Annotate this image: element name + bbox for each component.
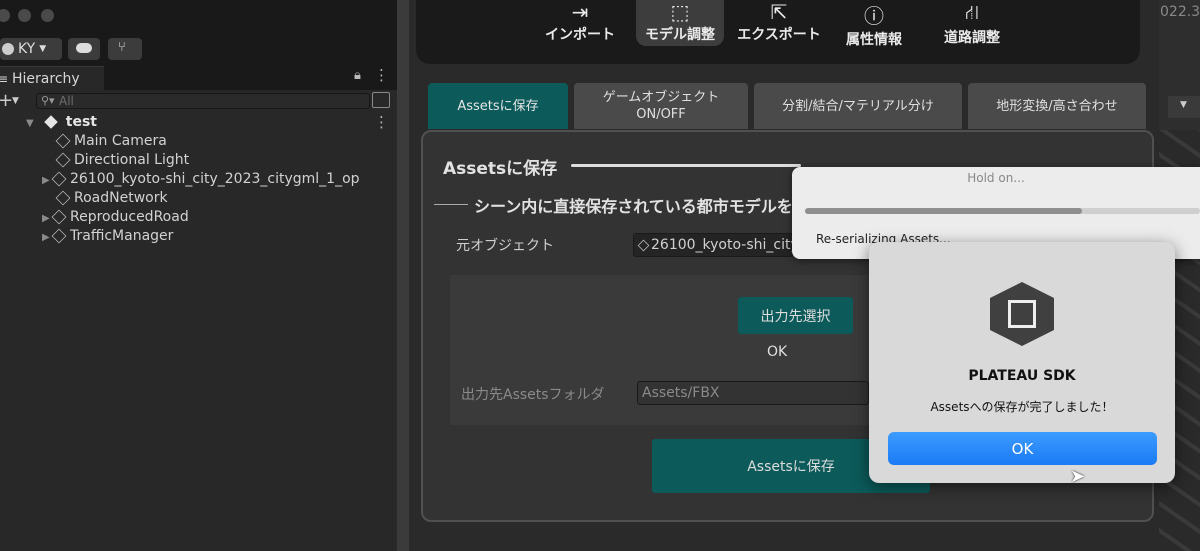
- gameobject-cube-icon: [637, 239, 650, 251]
- mouse-cursor-icon: ➤: [1070, 466, 1086, 487]
- import-icon: ⇥: [571, 0, 589, 24]
- toolbar-import-label: インポート: [545, 27, 615, 43]
- unity-logo-icon: [990, 282, 1054, 346]
- toolbar-road-label: 道路調整: [944, 30, 1000, 46]
- more-options-icon[interactable]: ⋮: [374, 66, 389, 84]
- source-object-field[interactable]: 26100_kyoto-shi_city: [633, 233, 793, 257]
- expand-arrow-icon[interactable]: ▶: [42, 209, 52, 228]
- road-icon: ⛙: [964, 0, 980, 24]
- progress-bar-track: [805, 208, 1200, 214]
- window-zoom-dot[interactable]: [41, 9, 54, 22]
- search-placeholder: All: [59, 94, 74, 108]
- gameobject-cube-icon: [51, 209, 67, 225]
- scene-visibility-icon[interactable]: [372, 92, 390, 108]
- expand-arrow-icon[interactable]: ▼: [26, 114, 36, 133]
- cloud-button[interactable]: [68, 38, 100, 60]
- toolbar-export-label: エクスポート: [737, 27, 821, 43]
- toolbar-export-button[interactable]: ⇱ エクスポート: [734, 0, 824, 44]
- list-item[interactable]: ▶ 26100_kyoto-shi_city_2023_citygml_1_op: [42, 170, 360, 189]
- gameobject-cube-icon: [55, 190, 71, 206]
- tab-terrain[interactable]: 地形変換/高さ合わせ: [968, 83, 1146, 129]
- tab-hierarchy[interactable]: ≡ Hierarchy: [0, 66, 104, 90]
- search-icon: ⚲▾: [41, 94, 55, 107]
- gameobject-cube-icon: [51, 228, 67, 244]
- chevron-down-icon: ▼: [1180, 100, 1187, 110]
- account-button[interactable]: KY ▼: [0, 38, 62, 60]
- list-item-label: Main Camera: [74, 133, 167, 149]
- cloud-icon: [76, 43, 92, 53]
- scene-toolbar-button[interactable]: ▼: [1168, 96, 1200, 118]
- source-object-value: 26100_kyoto-shi_city: [651, 237, 793, 253]
- list-item-label: 26100_kyoto-shi_city_2023_citygml_1_op: [70, 171, 360, 187]
- alert-ok-button[interactable]: OK: [888, 432, 1157, 465]
- section-rule: [434, 204, 468, 205]
- list-item-label: TrafficManager: [70, 228, 174, 244]
- list-item[interactable]: ▶ ReproducedRoad: [42, 208, 189, 227]
- title-rule: [571, 164, 801, 167]
- tab-gameobject-onoff[interactable]: ゲームオブジェクト ON/OFF: [574, 83, 748, 129]
- account-icon: [2, 43, 14, 55]
- list-item[interactable]: ▶ TrafficManager: [42, 227, 173, 246]
- version-control-icon: ⑂: [118, 40, 126, 55]
- toolbar-attribute-label: 属性情報: [846, 32, 902, 48]
- info-icon: ⓘ: [864, 4, 884, 28]
- toolbar-road-button[interactable]: ⛙ 道路調整: [932, 0, 1012, 47]
- progress-bar-fill: [805, 208, 1082, 214]
- toolbar-import-button[interactable]: ⇥ インポート: [540, 0, 620, 44]
- alert-title: PLATEAU SDK: [968, 368, 1076, 384]
- account-initials: KY: [18, 41, 36, 57]
- cursor-icon: ⬚: [670, 0, 690, 24]
- list-item-label: Directional Light: [74, 152, 190, 168]
- expand-arrow-icon[interactable]: ▶: [42, 171, 52, 190]
- toolbar-model-adjust-label: モデル調整: [645, 27, 715, 43]
- window-minimize-dot[interactable]: [18, 9, 31, 22]
- version-label: 022.3: [1160, 4, 1200, 20]
- destination-folder-label: 出力先Assetsフォルダ: [461, 387, 605, 403]
- section-heading: シーン内に直接保存されている都市モデルを: [474, 197, 793, 216]
- select-destination-button[interactable]: 出力先選択: [738, 297, 853, 334]
- hierarchy-tab-label: Hierarchy: [12, 71, 80, 87]
- chevron-down-icon[interactable]: ▼: [12, 96, 19, 106]
- gameobject-cube-icon: [55, 133, 71, 149]
- scene-options-icon[interactable]: ⋮: [374, 113, 389, 131]
- list-item[interactable]: Directional Light: [55, 151, 190, 170]
- list-item-label: ReproducedRoad: [70, 209, 189, 225]
- ok-status-text: OK: [767, 344, 788, 360]
- destination-folder-field: Assets/FBX: [637, 381, 869, 405]
- alert-message: Assetsへの保存が完了しました！: [930, 400, 1114, 414]
- tab-split-merge[interactable]: 分割/結合/マテリアル分け: [754, 83, 962, 129]
- hierarchy-search-input[interactable]: ⚲▾ All: [36, 93, 370, 109]
- lock-icon[interactable]: 🔒︎: [354, 68, 361, 83]
- gameobject-cube-icon: [51, 171, 67, 187]
- toolbar-attribute-button[interactable]: ⓘ 属性情報: [834, 0, 914, 49]
- panel-title: Assetsに保存: [443, 159, 558, 179]
- panel-divider[interactable]: [397, 0, 409, 551]
- tab-save-assets[interactable]: Assetsに保存: [428, 83, 568, 129]
- chevron-down-icon: ▼: [39, 44, 47, 54]
- list-item[interactable]: Main Camera: [55, 132, 167, 151]
- list-item[interactable]: RoadNetwork: [55, 189, 168, 208]
- list-icon: ≡: [0, 72, 9, 86]
- list-item-label: RoadNetwork: [74, 190, 168, 206]
- toolbar-model-adjust-button[interactable]: ⬚ モデル調整: [640, 0, 720, 44]
- expand-arrow-icon[interactable]: ▶: [42, 228, 52, 247]
- source-object-label: 元オブジェクト: [456, 238, 554, 254]
- scene-name: test: [65, 114, 97, 130]
- unity-scene-icon: [44, 115, 58, 129]
- gameobject-cube-icon: [55, 152, 71, 168]
- progress-dialog-title: Hold on...: [967, 171, 1025, 185]
- collab-button[interactable]: ⑂: [108, 38, 142, 60]
- export-icon: ⇱: [770, 0, 788, 24]
- scene-row[interactable]: ▼ test: [26, 113, 97, 132]
